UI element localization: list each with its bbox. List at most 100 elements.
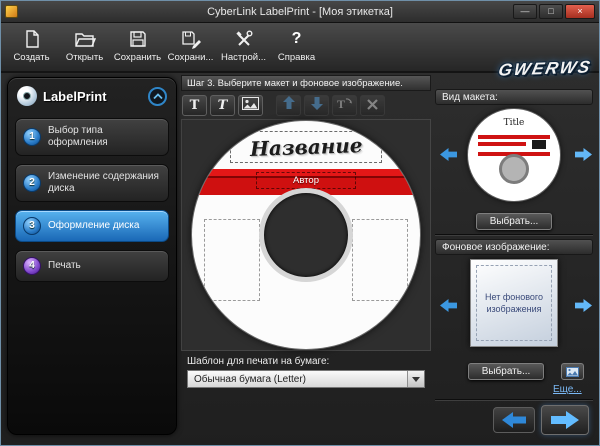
arrow-left-icon (439, 147, 457, 161)
watermark-graffiti: GWERWS (496, 57, 594, 80)
settings-label: Настрой... (220, 52, 267, 63)
picture-file-icon (566, 366, 579, 377)
choose-background-button[interactable]: Выбрать... (468, 363, 544, 380)
minimize-button[interactable]: — (513, 4, 537, 19)
chevron-up-icon (152, 92, 163, 99)
select-dropdown-arrow-icon[interactable] (407, 371, 424, 387)
add-curved-text-button[interactable]: T (210, 95, 235, 116)
forward-arrow-icon (551, 411, 579, 429)
delete-object-button[interactable] (360, 95, 385, 116)
save-label: Сохранить (113, 52, 162, 63)
back-arrow-icon (502, 412, 526, 428)
choose-background-label: Выбрать... (481, 366, 531, 377)
arrow-right-icon (574, 298, 592, 312)
layout-thumb-hole (499, 154, 529, 184)
step-2-label: Изменение содержания диска (48, 171, 159, 194)
disc-author-text: Автор (293, 175, 319, 186)
sidebar-step-3[interactable]: 3 Оформление диска (15, 210, 169, 242)
open-label: Открыть (65, 52, 104, 63)
save-as-label: Сохрани... (167, 52, 214, 63)
curved-text-tool-icon: T (217, 98, 228, 113)
close-button[interactable]: × (565, 4, 595, 19)
window-controls: — □ × (513, 4, 595, 19)
delete-x-icon (367, 97, 378, 115)
browse-image-file-button[interactable] (561, 363, 584, 380)
background-header-text: Фоновое изображение: (442, 241, 550, 253)
choose-layout-button[interactable]: Выбрать... (476, 213, 552, 230)
paper-template-label: Шаблон для печати на бумаге: (187, 356, 330, 367)
sidebar-step-2[interactable]: 2 Изменение содержания диска (15, 164, 169, 202)
disc-image-placeholder-right[interactable] (352, 219, 408, 301)
paper-template-value: Обычная бумага (Letter) (194, 373, 307, 385)
save-button[interactable]: Сохранить (111, 26, 164, 71)
disc-title-field[interactable]: Название (230, 131, 382, 163)
prev-layout-button[interactable] (438, 146, 458, 162)
step-4-badge: 4 (23, 257, 41, 275)
section-divider (435, 399, 593, 401)
rotate-text-icon: T (336, 96, 353, 115)
disc-label-canvas[interactable]: Название Автор (192, 121, 420, 349)
layout-thumb-stripe (478, 135, 550, 139)
disc-center-hole (259, 188, 353, 282)
tools-separator (266, 95, 273, 116)
disc-image-placeholder-left[interactable] (204, 219, 260, 301)
background-thumbnail[interactable]: Нет фонового изображения (470, 259, 558, 347)
titlebar: CyberLink LabelPrint - [Моя этикетка] — … (1, 1, 599, 23)
save-as-button[interactable]: Сохрани... (164, 26, 217, 71)
add-text-button[interactable]: T (182, 95, 207, 116)
rotate-text-button[interactable]: T (332, 95, 357, 116)
app-window: CyberLink LabelPrint - [Моя этикетка] — … (0, 0, 600, 446)
collapse-sidebar-button[interactable] (148, 86, 167, 106)
prev-background-button[interactable] (438, 297, 458, 313)
new-button[interactable]: Создать (5, 26, 58, 71)
next-layout-button[interactable] (573, 146, 593, 162)
arrow-down-icon (310, 96, 323, 115)
new-document-icon (22, 26, 42, 52)
more-link[interactable]: Еще... (553, 384, 582, 395)
svg-text:T: T (337, 97, 345, 110)
layout-thumb-stripe (478, 142, 526, 146)
steps-sidebar: LabelPrint 1 Выбор типа оформления 2 Изм… (7, 77, 177, 435)
layout-header-text: Вид макета: (442, 91, 498, 103)
next-button[interactable] (541, 405, 589, 435)
open-folder-icon (74, 26, 96, 52)
maximize-button[interactable]: □ (539, 4, 563, 19)
section-divider (435, 234, 593, 236)
layout-thumbnail[interactable]: Title (468, 109, 560, 201)
disc-preview-panel: Название Автор (181, 119, 431, 351)
background-none-text: Нет фонового изображения (476, 265, 552, 341)
help-icon: ? (291, 30, 302, 47)
open-button[interactable]: Открыть (58, 26, 111, 71)
move-up-button[interactable] (276, 95, 301, 116)
save-as-icon (180, 26, 202, 52)
paper-template-select[interactable]: Обычная бумага (Letter) (187, 370, 425, 388)
step-1-label: Выбор типа оформления (48, 125, 108, 148)
edit-tools-row: T T T (182, 95, 385, 116)
step-3-badge: 3 (23, 217, 41, 235)
step-4-label: Печать (48, 260, 81, 271)
settings-icon (234, 26, 254, 52)
app-icon (5, 5, 18, 18)
move-down-button[interactable] (304, 95, 329, 116)
help-label: Справка (277, 52, 316, 63)
sidebar-step-4[interactable]: 4 Печать (15, 250, 169, 282)
back-button[interactable] (493, 407, 535, 433)
disc-logo-icon (17, 86, 37, 106)
choose-layout-label: Выбрать... (489, 216, 539, 227)
save-icon (128, 26, 148, 52)
settings-button[interactable]: Настрой... (217, 26, 270, 71)
background-section-header: Фоновое изображение: (435, 239, 593, 255)
step-title-bar: Шаг 3. Выберите макет и фоновое изображе… (181, 75, 431, 91)
disc-title-text: Название (249, 133, 363, 161)
text-tool-icon: T (189, 98, 200, 113)
arrow-up-icon (282, 96, 295, 115)
help-button[interactable]: ? Справка (270, 26, 323, 71)
next-background-button[interactable] (573, 297, 593, 313)
sidebar-step-1[interactable]: 1 Выбор типа оформления (15, 118, 169, 156)
sidebar-header: LabelPrint (17, 86, 167, 106)
sidebar-logo-text: LabelPrint (43, 88, 107, 104)
new-label: Создать (13, 52, 50, 63)
disc-author-field[interactable]: Автор (256, 172, 356, 189)
layout-section-header: Вид макета: (435, 89, 593, 105)
add-image-button[interactable] (238, 95, 263, 116)
